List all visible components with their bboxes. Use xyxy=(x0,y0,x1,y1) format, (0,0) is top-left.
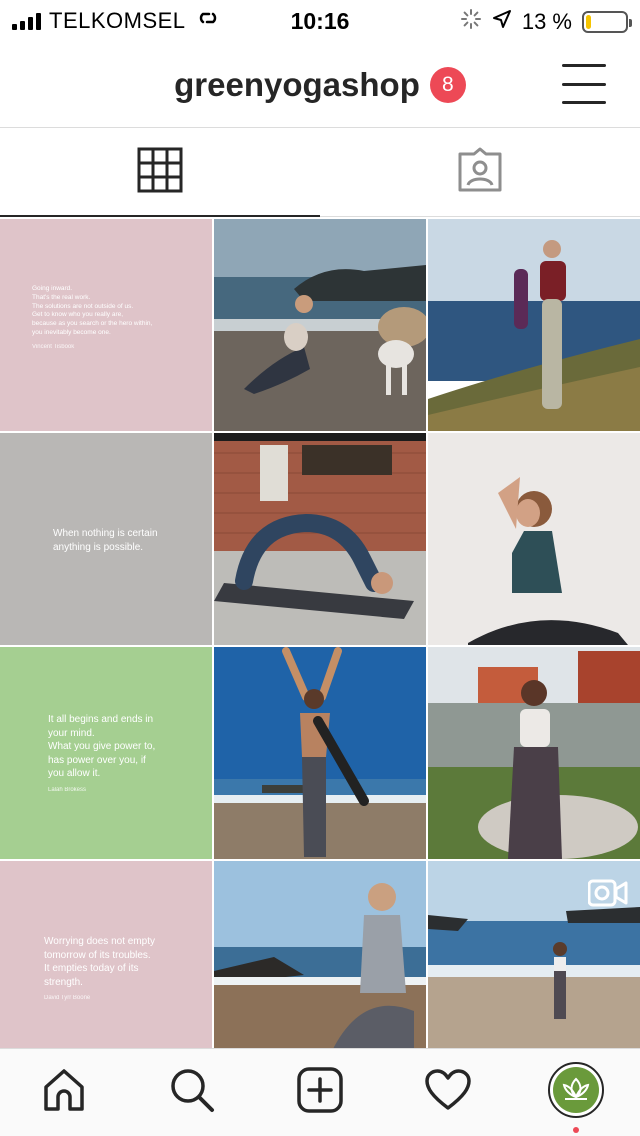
quote-author: Vincent Tisbook xyxy=(32,343,75,350)
signal-strength-icon xyxy=(12,12,41,30)
post-quote-going-inward[interactable]: Going inward. That's the real work. The … xyxy=(0,219,212,431)
photo-seated-beach xyxy=(214,861,426,1073)
profile-username[interactable]: greenyogashop xyxy=(174,66,420,104)
profile-tabs xyxy=(0,129,640,217)
post-photo-seated-beach[interactable] xyxy=(214,861,426,1073)
quote-author: David Tyrr Boone xyxy=(44,995,91,1001)
quote-text: Going inward. That's the real work. The … xyxy=(32,285,153,336)
quote-text: It all begins and ends in your mind. Wha… xyxy=(48,714,156,779)
bottom-navigation-bar xyxy=(0,1048,640,1136)
search-icon xyxy=(168,1066,216,1119)
nav-home[interactable] xyxy=(32,1061,96,1125)
post-photo-seated-namaste[interactable] xyxy=(428,433,640,645)
quote-text: Worrying does not empty tomorrow of its … xyxy=(44,936,155,988)
nav-activity[interactable] xyxy=(416,1061,480,1125)
activity-heart-icon xyxy=(424,1068,472,1117)
photo-arms-raised-beach xyxy=(214,647,426,859)
photo-lakeside-rocks xyxy=(428,647,640,859)
nav-search[interactable] xyxy=(160,1061,224,1125)
tagged-icon xyxy=(456,146,504,199)
tab-tagged[interactable] xyxy=(320,129,640,216)
profile-avatar xyxy=(548,1062,604,1123)
post-quote-begins-and-ends[interactable]: It all begins and ends in your mind. Wha… xyxy=(0,647,212,859)
nav-new-post[interactable] xyxy=(288,1061,352,1125)
status-left: TELKOMSEL xyxy=(12,8,222,34)
status-right: 13 % xyxy=(460,8,632,36)
battery-icon xyxy=(582,11,632,33)
post-quote-nothing-certain[interactable]: When nothing is certain anything is poss… xyxy=(0,433,212,645)
header-title-group: greenyogashop 8 xyxy=(0,66,640,104)
new-post-icon xyxy=(296,1066,344,1119)
post-photo-arms-raised-beach[interactable] xyxy=(214,647,426,859)
quote-block: It all begins and ends in your mind. Wha… xyxy=(48,713,194,793)
post-photo-yoga-mat-coast[interactable] xyxy=(428,219,640,431)
hamburger-menu-icon[interactable] xyxy=(562,64,606,104)
hotspot-link-icon xyxy=(194,8,222,34)
post-photo-beach-dogs[interactable] xyxy=(214,219,426,431)
post-photo-lakeside-rocks[interactable] xyxy=(428,647,640,859)
quote-text: When nothing is certain anything is poss… xyxy=(53,528,158,553)
quote-block: When nothing is certain anything is poss… xyxy=(53,527,194,554)
profile-header: greenyogashop 8 xyxy=(0,44,640,128)
status-bar: TELKOMSEL 10:16 13 % xyxy=(0,0,640,44)
photo-beach-dogs xyxy=(214,219,426,431)
quote-author: Lalah Brokess xyxy=(48,786,87,793)
photo-bridge-pose xyxy=(214,433,426,645)
photo-yoga-mat-coast xyxy=(428,219,640,431)
video-camera-icon xyxy=(587,879,628,912)
nav-profile[interactable] xyxy=(544,1061,608,1133)
notification-badge[interactable]: 8 xyxy=(429,67,466,103)
post-quote-worrying[interactable]: Worrying does not empty tomorrow of its … xyxy=(0,861,212,1073)
home-icon xyxy=(41,1067,87,1118)
grid-icon xyxy=(137,147,183,198)
post-video-beach-standing[interactable] xyxy=(428,861,640,1073)
post-photo-bridge-pose[interactable] xyxy=(214,433,426,645)
quote-block: Worrying does not empty tomorrow of its … xyxy=(44,935,194,1001)
loading-spinner-icon xyxy=(460,8,482,36)
battery-level xyxy=(586,15,591,29)
quote-block: Going inward. That's the real work. The … xyxy=(32,285,194,350)
profile-notification-dot xyxy=(573,1126,579,1133)
tab-grid[interactable] xyxy=(0,129,320,217)
post-grid: Going inward. That's the real work. The … xyxy=(0,219,640,1073)
battery-percent: 13 % xyxy=(521,9,572,34)
carrier-name: TELKOMSEL xyxy=(49,8,186,33)
photo-seated-namaste xyxy=(428,433,640,645)
location-arrow-icon xyxy=(492,9,512,35)
